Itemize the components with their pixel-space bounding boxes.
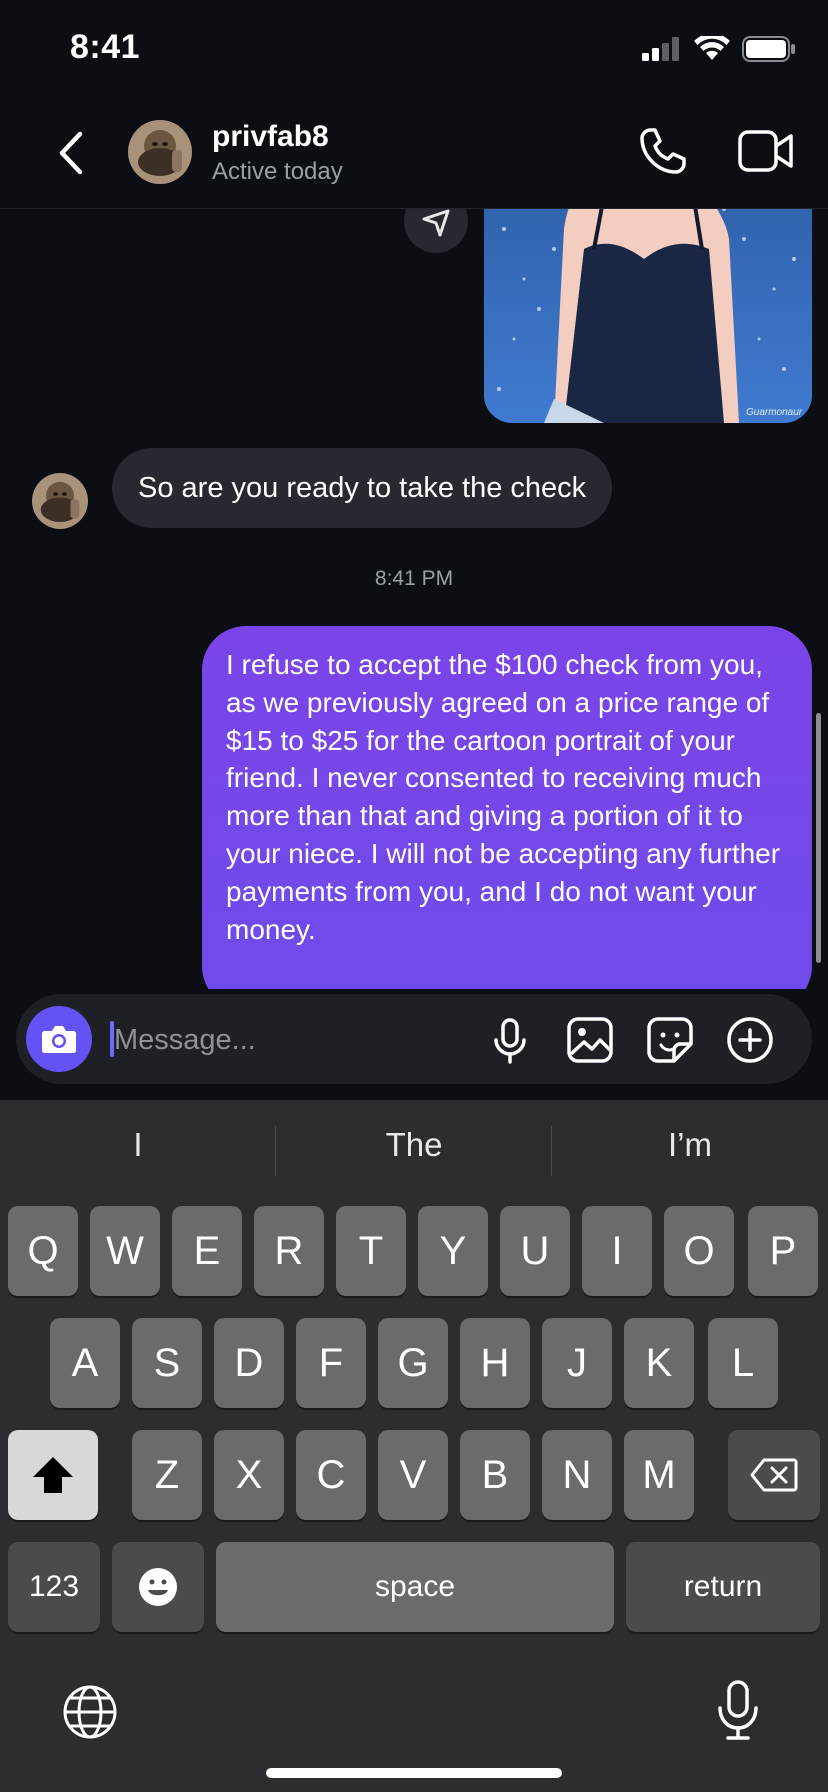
key-c[interactable]: C (296, 1430, 366, 1520)
key-b[interactable]: B (460, 1430, 530, 1520)
emoji-icon (139, 1568, 177, 1606)
outgoing-message-text: I refuse to accept the $100 check from y… (226, 649, 781, 945)
key-r[interactable]: R (254, 1206, 324, 1296)
message-thread[interactable]: Guarmonaur So are you ready to take the … (0, 209, 828, 989)
key-w[interactable]: W (90, 1206, 160, 1296)
avatar[interactable] (128, 120, 192, 184)
home-indicator[interactable] (266, 1768, 562, 1778)
message-input[interactable] (112, 1012, 476, 1068)
shared-artwork-image[interactable]: Guarmonaur (484, 209, 812, 423)
key-k[interactable]: K (624, 1318, 694, 1408)
camera-button[interactable] (26, 1006, 92, 1072)
back-chevron-icon[interactable] (52, 128, 92, 178)
key-u[interactable]: U (500, 1206, 570, 1296)
predictive-suggestions: I The I’m (0, 1100, 828, 1200)
suggestion-3[interactable]: I’m (552, 1126, 828, 1164)
activity-status: Active today (212, 158, 343, 185)
add-icon[interactable] (724, 1014, 776, 1066)
globe-icon[interactable] (62, 1684, 118, 1740)
key-v[interactable]: V (378, 1430, 448, 1520)
keyboard: I The I’m Q W E R T Y U I O P A S D F G … (0, 1100, 828, 1792)
key-e[interactable]: E (172, 1206, 242, 1296)
delete-key[interactable] (728, 1430, 820, 1520)
camera-icon (42, 1026, 76, 1053)
key-f[interactable]: F (296, 1318, 366, 1408)
incoming-message-text: So are you ready to take the check (138, 471, 587, 504)
key-a[interactable]: A (50, 1318, 120, 1408)
artist-signature: Guarmonaur (746, 407, 803, 418)
key-g[interactable]: G (378, 1318, 448, 1408)
battery-icon (742, 36, 795, 62)
username[interactable]: privfab8 (212, 120, 329, 154)
cellular-signal-icon (642, 37, 679, 61)
key-j[interactable]: J (542, 1318, 612, 1408)
key-n[interactable]: N (542, 1430, 612, 1520)
send-icon (422, 209, 450, 237)
key-x[interactable]: X (214, 1430, 284, 1520)
share-button[interactable] (404, 209, 468, 253)
status-time: 8:41 (70, 28, 141, 66)
status-icons (642, 36, 796, 62)
key-z[interactable]: Z (132, 1430, 202, 1520)
chat-header: privfab8 Active today (0, 100, 828, 209)
suggestion-2[interactable]: The (276, 1126, 552, 1164)
key-s[interactable]: S (132, 1318, 202, 1408)
key-i[interactable]: I (582, 1206, 652, 1296)
wifi-icon (694, 36, 730, 60)
key-p[interactable]: P (748, 1206, 818, 1296)
incoming-message-bubble[interactable]: So are you ready to take the check (112, 448, 613, 528)
key-o[interactable]: O (664, 1206, 734, 1296)
message-timestamp: 8:41 PM (374, 567, 454, 590)
emoji-key[interactable] (112, 1542, 204, 1632)
key-t[interactable]: T (336, 1206, 406, 1296)
key-d[interactable]: D (214, 1318, 284, 1408)
phone-call-icon[interactable] (636, 124, 690, 178)
suggestion-1[interactable]: I (0, 1126, 276, 1164)
gallery-icon[interactable] (564, 1014, 616, 1066)
sticker-icon[interactable] (644, 1014, 696, 1066)
microphone-icon[interactable] (484, 1014, 536, 1066)
scrollbar[interactable] (816, 713, 821, 963)
return-key[interactable]: return (626, 1542, 820, 1632)
shift-key[interactable] (8, 1430, 98, 1520)
outgoing-message-bubble[interactable]: I refuse to accept the $100 check from y… (202, 626, 812, 989)
key-q[interactable]: Q (8, 1206, 78, 1296)
shift-arrow-icon (33, 1457, 73, 1493)
dictation-microphone-icon[interactable] (710, 1678, 766, 1742)
numbers-key[interactable]: 123 (8, 1542, 100, 1632)
backspace-icon (750, 1458, 798, 1492)
sender-avatar[interactable] (32, 473, 88, 529)
key-m[interactable]: M (624, 1430, 694, 1520)
video-call-icon[interactable] (738, 128, 794, 174)
key-h[interactable]: H (460, 1318, 530, 1408)
status-bar: 8:41 (0, 0, 828, 100)
key-l[interactable]: L (708, 1318, 778, 1408)
key-y[interactable]: Y (418, 1206, 488, 1296)
message-composer (16, 994, 812, 1084)
space-key[interactable]: space (216, 1542, 614, 1632)
